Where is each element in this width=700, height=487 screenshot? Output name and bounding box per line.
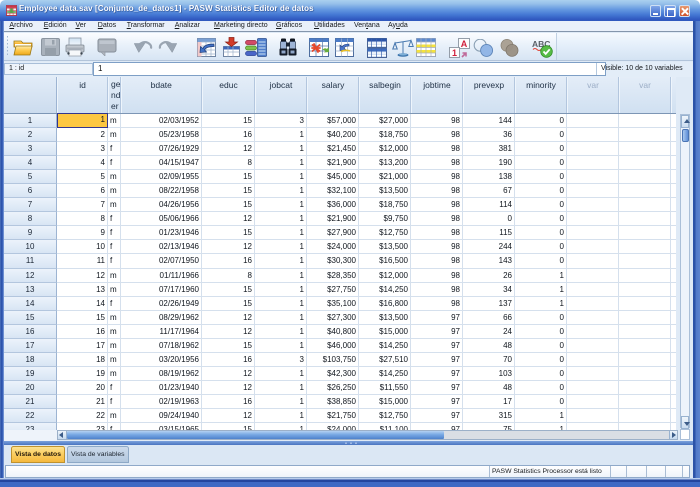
svg-text:A: A: [461, 39, 468, 49]
svg-text:1: 1: [452, 48, 457, 58]
